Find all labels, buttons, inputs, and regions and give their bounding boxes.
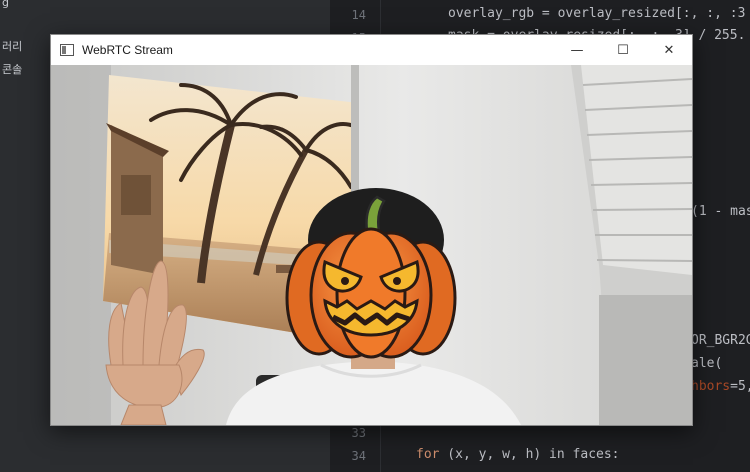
side-label[interactable]: 러리 [2, 38, 22, 54]
side-label[interactable]: 콘솔 [2, 61, 22, 77]
code-keyword: for [416, 447, 440, 462]
minimize-button[interactable]: — [554, 35, 600, 65]
project-panel: g 러리 콘솔 [0, 0, 53, 472]
code-fragment: (1 - mas [691, 204, 750, 219]
line-number: 34 [351, 449, 366, 463]
code-fragment: ale( [691, 356, 723, 371]
code-text: (x, y, w, h) in faces: [439, 447, 620, 462]
code-fragment: hbors=5, [691, 379, 750, 394]
close-button[interactable]: ✕ [646, 35, 692, 65]
code-line: for (x, y, w, h) in faces: [416, 447, 620, 462]
video-frame [51, 65, 692, 425]
code-text: =5, [730, 379, 750, 394]
side-label: g [2, 0, 9, 9]
window-title: WebRTC Stream [82, 43, 173, 57]
window-app-icon [60, 44, 74, 56]
line-number: 33 [351, 426, 366, 440]
webrtc-window[interactable]: WebRTC Stream — ☐ ✕ [50, 34, 693, 426]
maximize-button[interactable]: ☐ [600, 35, 646, 65]
code-param: hbors [691, 379, 731, 394]
code-fragment: OR_BGR2G [691, 333, 750, 348]
line-number: 14 [351, 8, 366, 22]
wall-shadow [51, 65, 111, 425]
code-line: overlay_rgb = overlay_resized[:, :, :3 [448, 6, 746, 21]
window-titlebar[interactable]: WebRTC Stream — ☐ ✕ [51, 35, 692, 65]
video-stream [51, 65, 692, 425]
